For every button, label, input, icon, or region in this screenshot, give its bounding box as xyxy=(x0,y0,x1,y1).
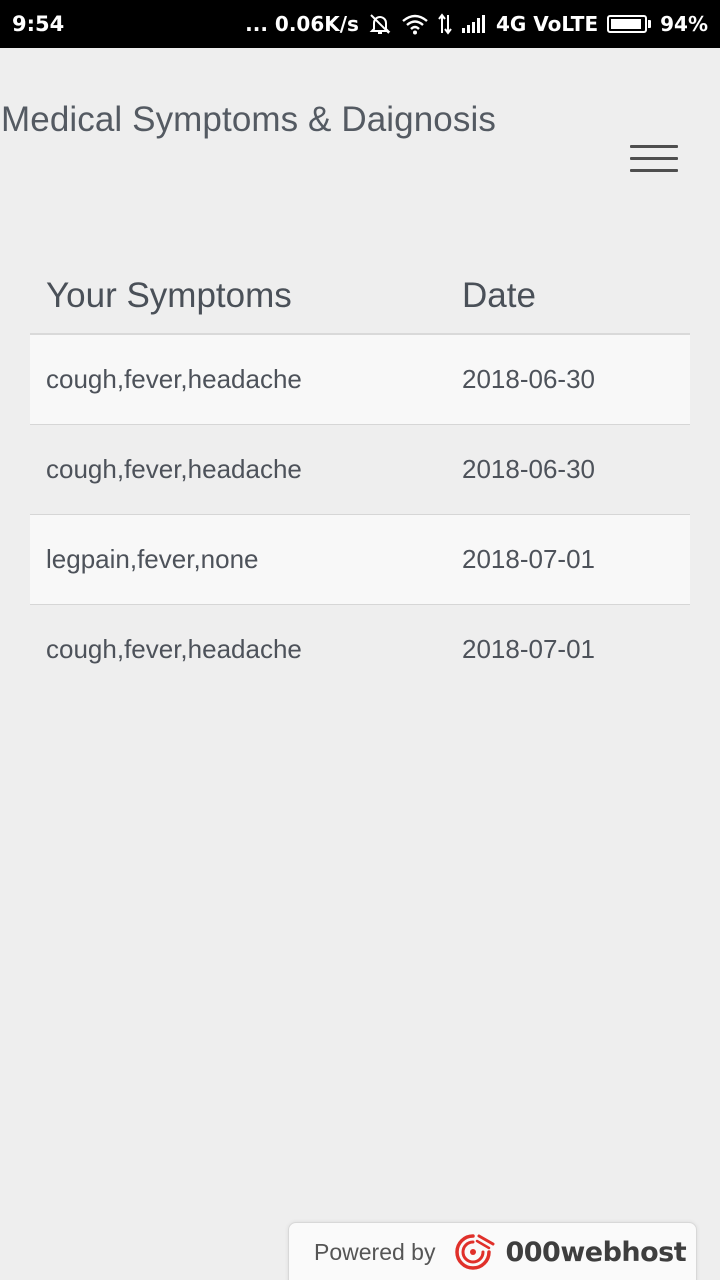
alarm-off-icon xyxy=(368,13,392,35)
symptoms-cell: cough,fever,headache xyxy=(30,334,446,425)
powered-by-badge[interactable]: Powered by 000webhost xyxy=(288,1222,697,1280)
status-icons: ... 0.06K/s 4G VoLTE 94% xyxy=(245,12,708,36)
status-time: 9:54 xyxy=(12,12,65,36)
battery-percent: 94% xyxy=(660,12,708,36)
wifi-icon xyxy=(401,13,429,35)
symptoms-table-container: Your Symptoms Date cough,fever,headache … xyxy=(30,258,690,694)
column-header-date: Date xyxy=(446,258,690,335)
date-cell: 2018-07-01 xyxy=(462,633,595,664)
symptoms-cell: cough,fever,headache xyxy=(30,424,446,515)
network-speed: ... 0.06K/s xyxy=(245,12,359,36)
table-row: cough,fever,headache 2018-06-30 xyxy=(30,334,690,425)
data-transfer-icon xyxy=(438,13,452,35)
hamburger-menu-button[interactable] xyxy=(624,138,684,178)
battery-icon xyxy=(607,15,652,33)
symptoms-table: Your Symptoms Date cough,fever,headache … xyxy=(30,258,690,694)
date-cell: 2018-07-01 xyxy=(446,514,690,605)
date-cell: 2018-06-30 xyxy=(446,334,690,425)
000webhost-logo-icon xyxy=(449,1232,497,1272)
date-cell: 2018-06-30 xyxy=(446,424,690,515)
hamburger-menu-icon xyxy=(630,144,678,148)
symptoms-cell: cough,fever,headache xyxy=(46,633,302,664)
column-header-symptoms: Your Symptoms xyxy=(30,258,446,335)
brand-name: 000webhost xyxy=(505,1236,687,1268)
table-header-row: Your Symptoms Date xyxy=(30,258,690,335)
hamburger-menu-bar xyxy=(630,168,678,172)
status-bar: 9:54 ... 0.06K/s 4G VoLTE 94% xyxy=(0,0,720,48)
table-row: legpain,fever,none 2018-07-01 xyxy=(30,514,690,605)
table-row: cough,fever,headache 2018-07-01 xyxy=(30,604,690,694)
table-row: cough,fever,headache 2018-06-30 xyxy=(30,424,690,515)
powered-by-label: Powered by xyxy=(314,1238,436,1265)
page-title: Medical Symptoms & Daignosis xyxy=(1,100,496,139)
hamburger-menu-bar xyxy=(630,156,678,160)
symptoms-cell: legpain,fever,none xyxy=(30,514,446,605)
signal-icon xyxy=(461,14,487,34)
network-type: 4G VoLTE xyxy=(495,12,599,36)
